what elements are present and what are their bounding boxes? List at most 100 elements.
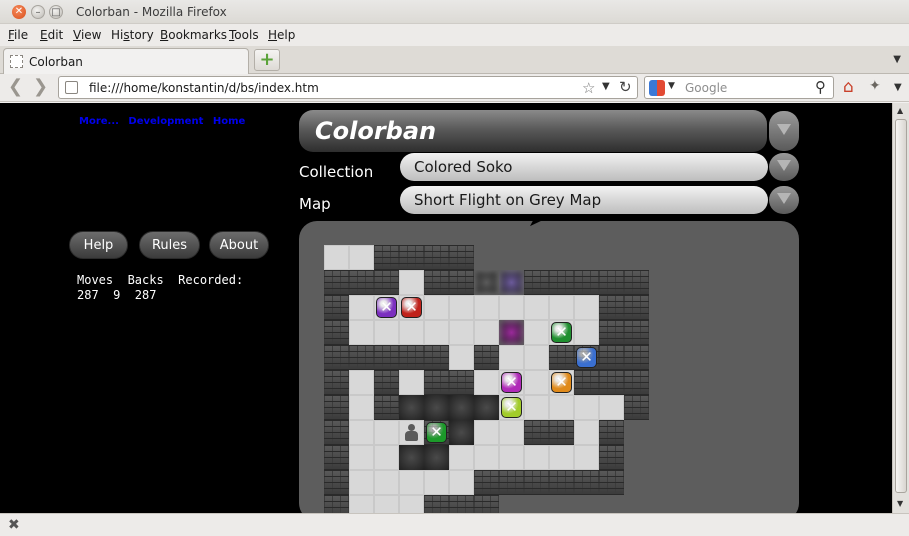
window-maximize-button[interactable]: □	[49, 5, 63, 19]
title-menu-dropdown-button[interactable]	[769, 111, 799, 151]
floor-tile	[574, 420, 599, 445]
window-minimize-button[interactable]: –	[31, 5, 45, 19]
floor-tile	[574, 295, 599, 320]
colored-box[interactable]: ✕	[551, 372, 572, 393]
wall-tile	[474, 470, 499, 495]
search-bar[interactable]: ▼ Google ⚲	[644, 76, 834, 99]
floor-tile	[449, 320, 474, 345]
link-development[interactable]: Development	[128, 116, 203, 127]
url-text[interactable]: file:///home/konstantin/d/bs/index.htm	[89, 81, 319, 95]
wall-tile	[624, 345, 649, 370]
menu-tools[interactable]: Tools	[229, 28, 259, 42]
collection-select[interactable]: Colored Soko	[400, 153, 768, 181]
search-icon[interactable]: ⚲	[815, 78, 826, 96]
url-bar[interactable]: file:///home/konstantin/d/bs/index.htm ☆…	[58, 76, 638, 99]
floor-tile	[549, 445, 574, 470]
wall-tile	[524, 270, 549, 295]
wall-tile	[549, 470, 574, 495]
wall-tile	[374, 345, 399, 370]
floor-tile	[449, 470, 474, 495]
player-icon[interactable]	[404, 424, 418, 441]
bookmark-star-icon[interactable]: ☆	[582, 79, 595, 97]
floor-tile	[449, 345, 474, 370]
google-engine-icon[interactable]	[649, 80, 665, 96]
navigation-toolbar: ❮ ❯ file:///home/konstantin/d/bs/index.h…	[0, 74, 909, 102]
wall-tile	[549, 420, 574, 445]
tab-list-dropdown-icon[interactable]: ▼	[893, 54, 901, 65]
map-dropdown-button[interactable]	[769, 186, 799, 214]
menu-history[interactable]: History	[111, 28, 154, 42]
forward-arrow-icon[interactable]: ❯	[33, 78, 48, 96]
floor-tile	[374, 470, 399, 495]
rules-button[interactable]: Rules	[139, 231, 200, 259]
scroll-up-arrow-icon[interactable]: ▲	[897, 106, 903, 115]
wall-tile	[324, 470, 349, 495]
colored-box[interactable]: ✕	[501, 372, 522, 393]
floor-tile	[524, 445, 549, 470]
wall-tile	[399, 345, 424, 370]
colored-box[interactable]: ✕	[501, 397, 522, 418]
colored-box[interactable]: ✕	[401, 297, 422, 318]
wall-tile	[424, 370, 449, 395]
link-more[interactable]: More...	[79, 116, 119, 127]
search-engine-dropdown-icon[interactable]: ▼	[668, 81, 675, 91]
toolbar-overflow-dropdown-icon[interactable]: ▼	[894, 82, 902, 93]
wall-tile	[524, 420, 549, 445]
wall-tile	[624, 320, 649, 345]
wall-tile	[599, 445, 624, 470]
wall-tile	[374, 245, 399, 270]
collection-dropdown-button[interactable]	[769, 153, 799, 181]
window-close-button[interactable]: ✕	[12, 5, 26, 19]
new-tab-button[interactable]: +	[254, 49, 280, 71]
vertical-scrollbar[interactable]: ▲ ▼	[892, 103, 909, 513]
scroll-down-arrow-icon[interactable]: ▼	[897, 499, 903, 508]
game-board[interactable]: ✕ ✕ ✕ ✕ ✕ ✕ ✕ ✕	[324, 245, 649, 513]
tab-colorban[interactable]: Colorban	[3, 48, 249, 74]
back-arrow-icon[interactable]: ❮	[8, 78, 23, 96]
menu-help[interactable]: Help	[268, 28, 295, 42]
goal-tile	[474, 270, 499, 295]
wall-tile	[549, 270, 574, 295]
about-button[interactable]: About	[209, 231, 269, 259]
search-input[interactable]: Google	[685, 81, 727, 95]
floor-tile	[524, 395, 549, 420]
wall-tile	[399, 245, 424, 270]
wall-tile	[549, 345, 574, 370]
stats-header: Moves Backs Recorded:	[77, 273, 244, 287]
floor-tile	[574, 445, 599, 470]
wall-tile	[574, 270, 599, 295]
floor-tile	[424, 395, 449, 420]
map-select[interactable]: Short Flight on Grey Map	[400, 186, 768, 214]
menu-bookmarks[interactable]: Bookmarks	[160, 28, 227, 42]
floor-tile	[374, 320, 399, 345]
wall-tile	[624, 395, 649, 420]
app-title-bar: Colorban	[299, 110, 767, 152]
wall-tile	[599, 370, 624, 395]
wall-tile	[449, 270, 474, 295]
colored-box[interactable]: ✕	[376, 297, 397, 318]
wall-tile	[599, 320, 624, 345]
menu-edit[interactable]: Edit	[40, 28, 63, 42]
close-find-bar-icon[interactable]: ✖	[8, 517, 20, 533]
board-panel: ✕ ✕ ✕ ✕ ✕ ✕ ✕ ✕	[299, 221, 799, 513]
help-button[interactable]: Help	[69, 231, 128, 259]
floor-tile	[474, 420, 499, 445]
menu-view[interactable]: View	[73, 28, 101, 42]
colored-box[interactable]: ✕	[576, 347, 597, 368]
floor-tile	[399, 470, 424, 495]
home-icon[interactable]: ⌂	[843, 77, 854, 97]
addon-icon[interactable]: ✦	[869, 78, 881, 94]
wall-tile	[449, 370, 474, 395]
colored-box[interactable]: ✕	[551, 322, 572, 343]
box-cell: ✕	[499, 370, 524, 395]
tab-strip: Colorban + ▼	[0, 46, 909, 74]
floor-tile	[349, 495, 374, 513]
scrollbar-thumb[interactable]	[895, 119, 907, 493]
reload-icon[interactable]: ↻	[619, 78, 632, 96]
link-home[interactable]: Home	[213, 116, 245, 127]
menu-file[interactable]: File	[8, 28, 28, 42]
box-cell: ✕	[424, 420, 449, 445]
colored-box[interactable]: ✕	[426, 422, 447, 443]
url-history-dropdown-icon[interactable]: ▼	[602, 81, 610, 92]
site-identity-icon[interactable]	[65, 81, 78, 94]
